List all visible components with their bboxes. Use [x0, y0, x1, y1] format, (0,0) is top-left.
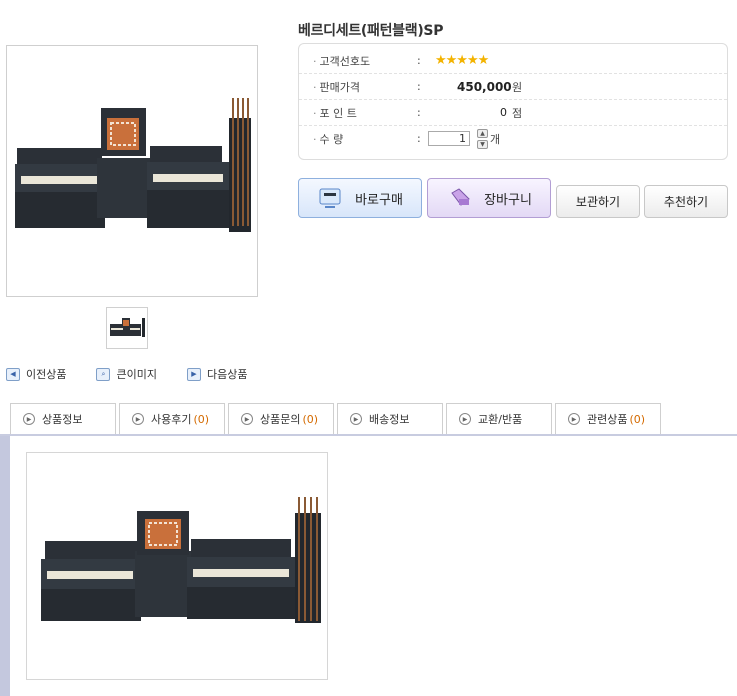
- tab-label: 관련상품: [587, 413, 628, 426]
- side-quick-bar: [0, 436, 10, 696]
- tab-inquiry[interactable]: ▶ 상품문의 (0): [228, 403, 334, 434]
- chevron-right-icon: ▶: [459, 413, 471, 425]
- point-value: 0: [500, 106, 507, 119]
- product-main-image[interactable]: [6, 45, 258, 297]
- point-row: 포 인 트 : 0 점: [299, 100, 727, 126]
- zoom-image-label: 큰이미지: [116, 368, 157, 381]
- quantity-row: 수 량 : 1 ▲ ▼ 개: [299, 126, 727, 151]
- arrow-left-icon: ◀: [6, 367, 20, 381]
- monitor-icon: [319, 188, 341, 208]
- colon: :: [417, 54, 421, 67]
- tab-exchange[interactable]: ▶ 교환/반품: [446, 403, 552, 434]
- furniture-drawing: [15, 98, 251, 232]
- product-title: 베르디세트(패턴블랙)SP: [298, 23, 444, 39]
- star-rating-icon: ★★★★★: [435, 53, 489, 68]
- tab-label: 교환/반품: [478, 413, 523, 426]
- product-thumbnail[interactable]: [106, 307, 148, 349]
- tab-count: (0): [193, 412, 210, 426]
- zoom-image-link[interactable]: ⌕ 큰이미지: [96, 366, 157, 382]
- magnifier-icon: ⌕: [96, 367, 111, 381]
- buy-now-label: 바로구매: [355, 192, 403, 208]
- chevron-right-icon: ▶: [132, 413, 144, 425]
- product-info-box: 고객선호도 : ★★★★★ 판매가격 : 450,000 원 포 인 트 : 0…: [298, 43, 728, 160]
- add-to-cart-button[interactable]: 장바구니: [427, 178, 551, 218]
- quantity-up-icon[interactable]: ▲: [477, 129, 488, 138]
- prev-product-link[interactable]: ◀ 이전상품: [6, 366, 66, 382]
- chevron-right-icon: ▶: [350, 413, 362, 425]
- point-label: 포 인 트: [313, 105, 357, 121]
- tab-label: 상품문의: [260, 413, 301, 426]
- tab-count: (0): [302, 412, 319, 426]
- colon: :: [417, 132, 421, 145]
- price-label: 판매가격: [313, 79, 360, 95]
- tab-divider: [0, 434, 737, 436]
- detail-tabs: ▶ 상품정보 ▶ 사용후기 (0) ▶ 상품문의 (0) ▶ 배송정보 ▶ 교환…: [10, 403, 664, 435]
- tab-related[interactable]: ▶ 관련상품 (0): [555, 403, 661, 434]
- rating-label: 고객선호도: [313, 53, 371, 69]
- next-product-label: 다음상품: [206, 368, 248, 381]
- price-unit: 원: [512, 80, 523, 94]
- tab-shipping[interactable]: ▶ 배송정보: [337, 403, 443, 434]
- tab-reviews[interactable]: ▶ 사용후기 (0): [119, 403, 225, 434]
- price-row: 판매가격 : 450,000 원: [299, 74, 727, 100]
- cart-icon: [451, 188, 470, 206]
- quantity-down-icon[interactable]: ▼: [477, 140, 488, 149]
- detail-content-image: [26, 452, 328, 680]
- keep-label: 보관하기: [575, 195, 621, 209]
- tab-label: 상품정보: [42, 413, 83, 426]
- quantity-unit: 개: [490, 132, 501, 146]
- colon: :: [417, 106, 421, 119]
- billiard-cabinet-illustration: [15, 98, 251, 232]
- detail-furniture-illustration: [41, 497, 321, 623]
- add-to-cart-label: 장바구니: [484, 192, 532, 208]
- recommend-label: 추천하기: [663, 195, 709, 209]
- product-nav-links: ◀ 이전상품 ⌕ 큰이미지 ▶ 다음상품: [6, 366, 277, 382]
- prev-product-label: 이전상품: [26, 368, 67, 381]
- next-product-link[interactable]: ▶ 다음상품: [186, 366, 248, 382]
- colon: :: [417, 80, 421, 93]
- quantity-input[interactable]: 1: [428, 131, 470, 146]
- tab-label: 사용후기: [151, 413, 192, 426]
- price-value: 450,000: [457, 79, 512, 94]
- point-unit: 점: [512, 106, 523, 120]
- arrow-right-icon: ▶: [186, 367, 201, 381]
- quantity-label: 수 량: [313, 131, 344, 147]
- recommend-button[interactable]: 추천하기: [644, 185, 728, 218]
- keep-button[interactable]: 보관하기: [556, 185, 640, 218]
- tab-product-info[interactable]: ▶ 상품정보: [10, 403, 116, 434]
- buy-now-button[interactable]: 바로구매: [298, 178, 422, 218]
- tab-label: 배송정보: [369, 413, 410, 426]
- tab-count: (0): [629, 412, 646, 426]
- chevron-right-icon: ▶: [23, 413, 35, 425]
- thumbnail-illustration: [110, 318, 145, 337]
- rating-row: 고객선호도 : ★★★★★: [299, 48, 727, 74]
- chevron-right-icon: ▶: [241, 413, 253, 425]
- chevron-right-icon: ▶: [568, 413, 580, 425]
- quantity-stepper: ▲ ▼: [477, 129, 488, 149]
